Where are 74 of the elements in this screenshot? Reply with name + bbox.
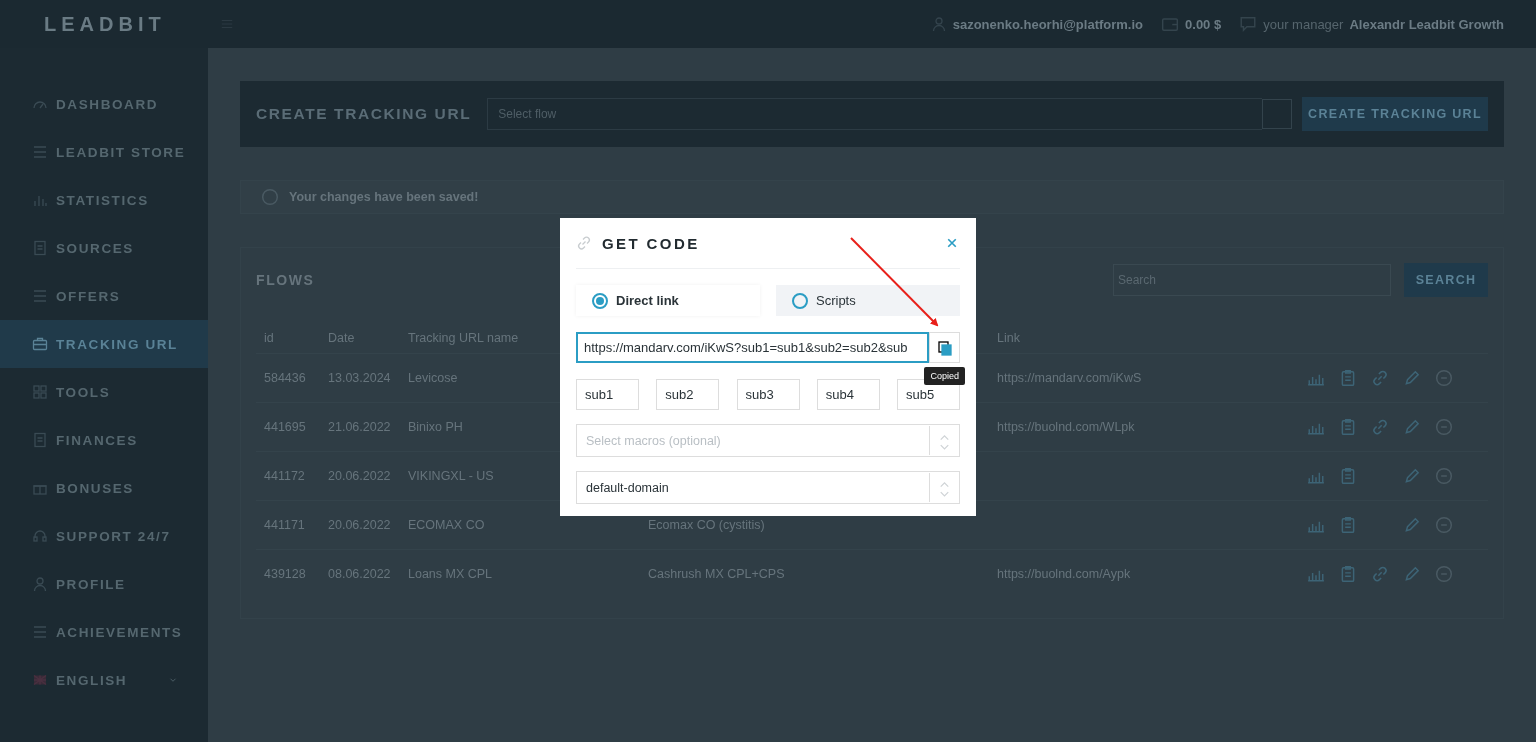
pencil-icon[interactable] <box>1403 369 1421 387</box>
sidebar-item[interactable]: BONUSES <box>0 464 208 512</box>
user-icon <box>32 576 48 592</box>
clipboard-icon[interactable] <box>1339 418 1357 436</box>
radio-button[interactable] <box>592 292 608 309</box>
macros-select[interactable]: Select macros (optional) <box>576 424 960 457</box>
sidebar-item[interactable]: PROFILE <box>0 560 208 608</box>
briefcase-icon <box>32 336 48 352</box>
select-placeholder: Select macros (optional) <box>585 433 722 448</box>
pencil-icon[interactable] <box>1403 467 1421 485</box>
mode-tab[interactable]: Direct link <box>576 285 760 316</box>
sidebar-item[interactable]: DASHBOARD <box>0 80 208 128</box>
close-icon[interactable] <box>946 237 958 249</box>
clipboard-icon[interactable] <box>1339 369 1357 387</box>
dialog-title: GET CODE <box>602 234 700 252</box>
tooltip: Copied <box>924 367 965 385</box>
list-icon <box>32 624 48 640</box>
sidebar-item[interactable]: TOOLS <box>0 368 208 416</box>
sub-field[interactable]: sub2 <box>656 379 720 410</box>
clipboard-icon[interactable] <box>1339 467 1357 485</box>
manager-name[interactable]: Alexandr Leadbit Growth <box>1349 16 1504 32</box>
document-icon <box>32 240 48 256</box>
sidebar-item[interactable]: SOURCES <box>0 224 208 272</box>
domain-select[interactable]: default-domain <box>576 471 960 504</box>
remove-icon[interactable] <box>1435 516 1453 534</box>
sidebar-item[interactable]: FINANCES <box>0 416 208 464</box>
copy-icon <box>936 339 953 356</box>
grid-icon <box>32 384 48 400</box>
chat-icon <box>1239 15 1258 33</box>
link-icon[interactable] <box>1371 565 1389 583</box>
url-field[interactable]: https://mandarv.com/iKwS?sub1=sub1&sub2=sub2&sub <box>576 332 929 363</box>
pencil-icon[interactable] <box>1403 418 1421 436</box>
balance: 0.00 $ <box>1185 16 1222 32</box>
link-icon[interactable] <box>1371 369 1389 387</box>
radio-label: Scripts <box>816 293 856 308</box>
remove-icon[interactable] <box>1435 369 1453 387</box>
logo[interactable]: LEADBIT <box>44 12 220 36</box>
select-value: default-domain <box>585 480 670 495</box>
link-icon <box>576 235 592 251</box>
remove-icon[interactable] <box>1435 418 1453 436</box>
panel-title: CREATE TRACKING URL <box>256 105 472 123</box>
radio-button[interactable] <box>792 292 808 309</box>
user-icon <box>930 16 947 32</box>
sub-field[interactable]: sub3 <box>736 379 800 410</box>
sidebar-item[interactable]: OFFERS <box>0 272 208 320</box>
pencil-icon[interactable] <box>1403 516 1421 534</box>
flag-icon <box>32 674 48 686</box>
manager-label: your manager <box>1263 16 1344 32</box>
sub-field[interactable]: sub4 <box>816 379 880 410</box>
sidebar-item[interactable]: LEADBIT STORE <box>0 128 208 176</box>
document-icon <box>32 432 48 448</box>
remove-icon[interactable] <box>1435 467 1453 485</box>
copy-button[interactable] <box>929 332 960 363</box>
create-button[interactable]: CREATE TRACKING URL <box>1302 97 1488 131</box>
remove-icon[interactable] <box>1435 565 1453 583</box>
sub-field[interactable]: sub1 <box>576 379 639 410</box>
list-icon <box>32 288 48 304</box>
sidebar-item[interactable]: ACHIEVEMENTS <box>0 608 208 656</box>
link-icon[interactable] <box>1371 418 1389 436</box>
radio-label: Direct link <box>616 293 679 308</box>
search-button[interactable]: SEARCH <box>1404 263 1488 297</box>
language-selector[interactable]: ENGLISH <box>0 656 208 704</box>
list-icon <box>32 144 48 160</box>
sidebar-item[interactable]: TRACKING URL <box>0 320 208 368</box>
user-email[interactable]: sazonenko.heorhi@platform.io <box>952 16 1144 32</box>
pencil-icon[interactable] <box>1403 565 1421 583</box>
mode-tab[interactable]: Scripts <box>776 285 960 316</box>
headset-icon <box>32 528 48 544</box>
sidebar-item[interactable]: SUPPORT 24/7 <box>0 512 208 560</box>
clipboard-icon[interactable] <box>1339 516 1357 534</box>
select-toggle[interactable] <box>1262 99 1292 129</box>
sidebar-item[interactable]: STATISTICS <box>0 176 208 224</box>
wallet-icon <box>1161 15 1180 33</box>
clipboard-icon[interactable] <box>1339 565 1357 583</box>
